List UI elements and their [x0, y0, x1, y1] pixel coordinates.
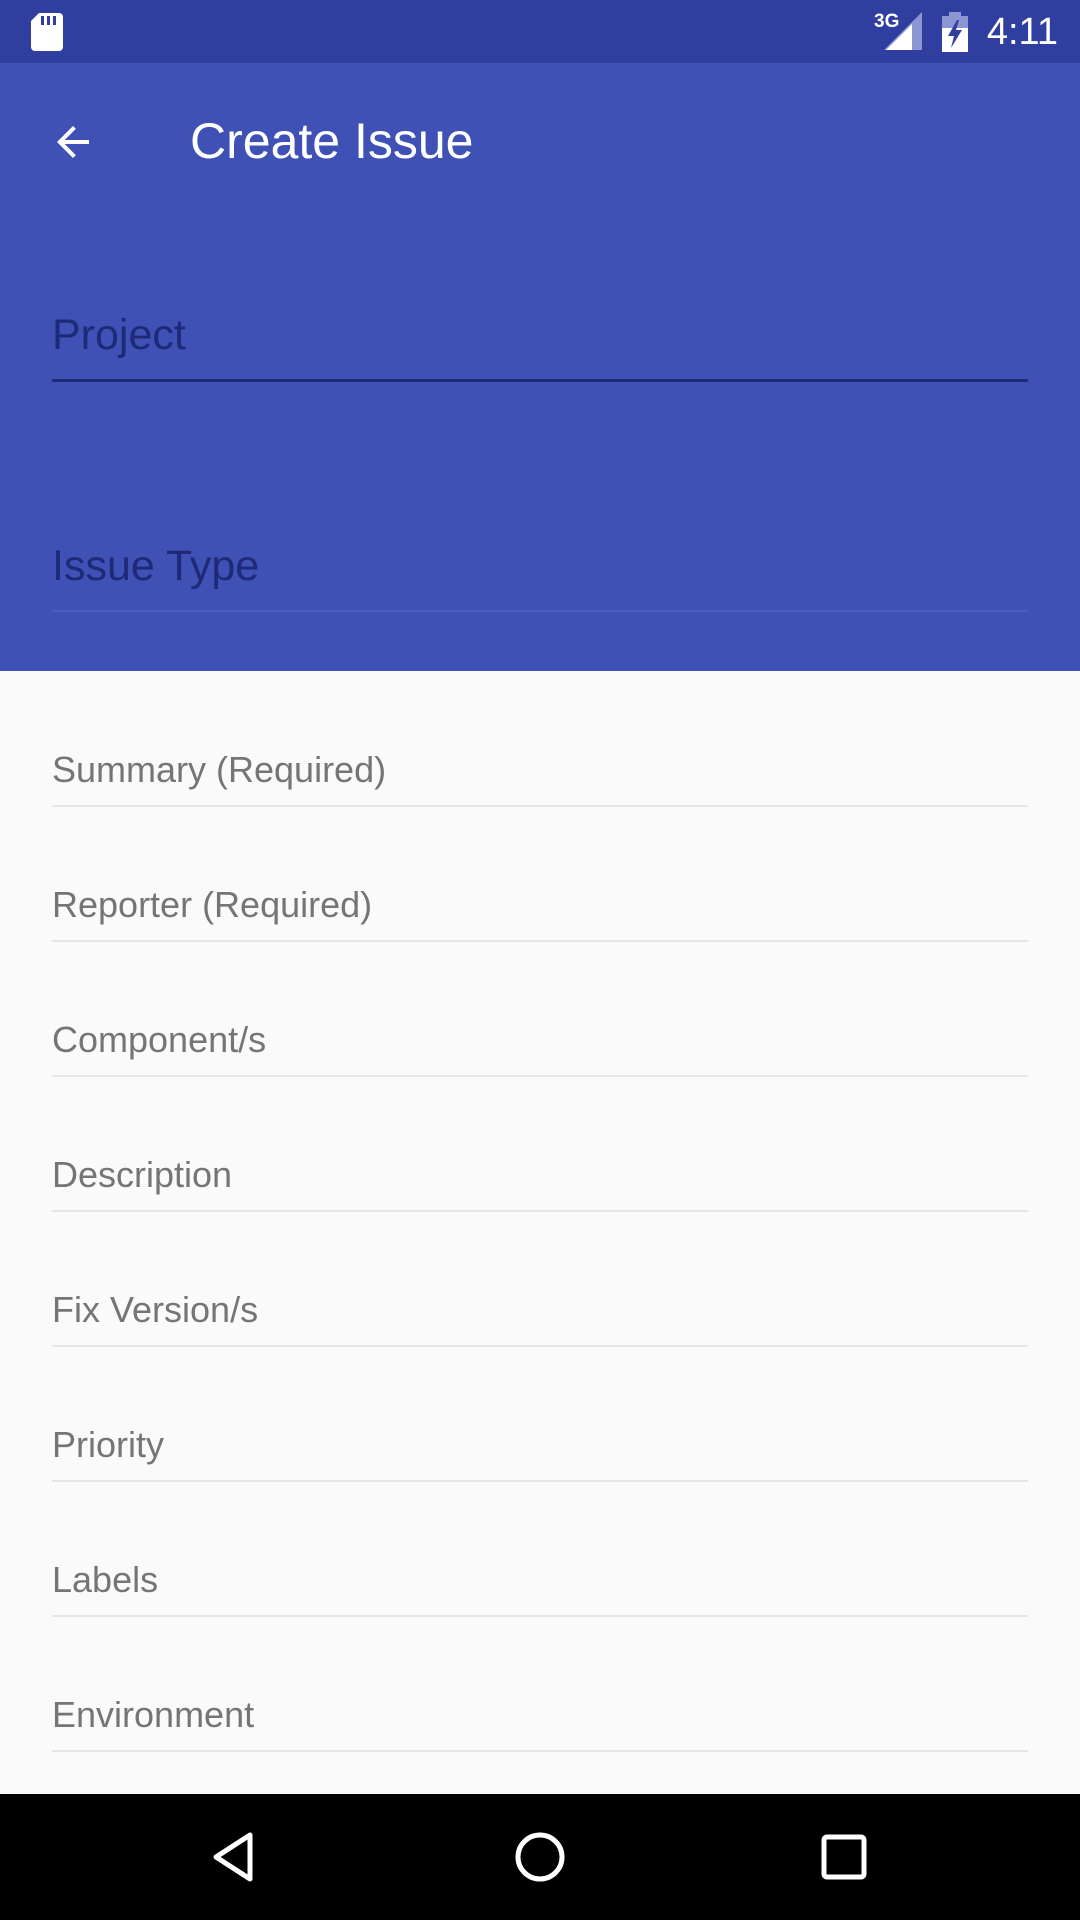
app-bar: Create Issue Project Issue Type: [0, 63, 1080, 671]
summary-field-hint: Summary (Required): [52, 749, 387, 790]
project-field-underline: [52, 379, 1028, 382]
battery-charging-icon: [942, 12, 968, 52]
labels-field-hint: Labels: [52, 1559, 159, 1600]
nav-back-button[interactable]: [197, 1818, 275, 1896]
status-clock: 4:11: [986, 11, 1058, 53]
reporter-field-hint: Reporter (Required): [52, 884, 373, 925]
environment-field-hint: Environment: [52, 1694, 255, 1735]
summary-field[interactable]: Summary (Required): [52, 671, 1028, 807]
labels-field[interactable]: Labels: [52, 1481, 1028, 1617]
environment-field[interactable]: Environment: [52, 1616, 1028, 1752]
components-field[interactable]: Component/s: [52, 941, 1028, 1077]
description-field-hint: Description: [52, 1154, 233, 1195]
fix-versions-field[interactable]: Fix Version/s: [52, 1211, 1028, 1347]
system-nav-bar: [0, 1794, 1080, 1920]
page-title: Create Issue: [190, 113, 474, 169]
priority-field-hint: Priority: [52, 1424, 165, 1465]
components-field-hint: Component/s: [52, 1019, 267, 1060]
field-underline: [52, 1750, 1028, 1752]
issue-type-field[interactable]: Issue Type: [52, 540, 1028, 612]
back-button[interactable]: [34, 103, 112, 181]
sd-card-icon: [31, 13, 63, 51]
status-bar: 3G 4:11: [0, 0, 1080, 63]
issue-type-field-underline: [52, 610, 1028, 612]
project-field-hint: Project: [52, 311, 186, 359]
nav-back-icon: [213, 1832, 253, 1882]
fix-versions-field-hint: Fix Version/s: [52, 1289, 259, 1330]
nav-home-icon: [515, 1832, 565, 1882]
nav-recents-button[interactable]: [805, 1818, 883, 1896]
signal-icon: [884, 12, 922, 50]
description-field[interactable]: Description: [52, 1076, 1028, 1212]
nav-recents-icon: [821, 1834, 867, 1880]
project-field[interactable]: Project: [52, 309, 1028, 382]
arrow-back-icon: [57, 126, 89, 158]
nav-home-button[interactable]: [501, 1818, 579, 1896]
priority-field[interactable]: Priority: [52, 1346, 1028, 1482]
issue-type-field-hint: Issue Type: [52, 542, 260, 590]
reporter-field[interactable]: Reporter (Required): [52, 806, 1028, 942]
